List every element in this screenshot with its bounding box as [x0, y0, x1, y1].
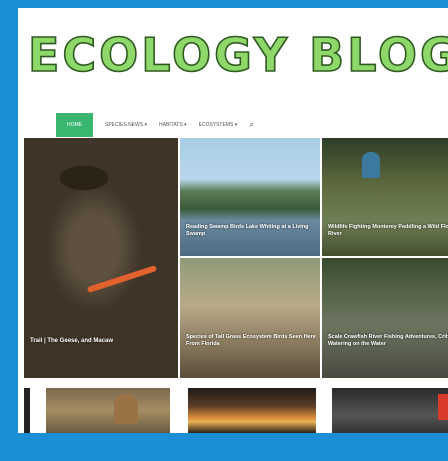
post-thumbnail[interactable] — [24, 388, 30, 433]
post-thumbnail-deer[interactable] — [46, 388, 170, 433]
featured-post-4[interactable]: Species of Tall Grass Ecosystem Birds Se… — [180, 258, 320, 378]
nav-item-ecosystems[interactable]: ECOSYSTEMS ▾ — [199, 122, 238, 128]
featured-grid: Trail | The Geese, and Macaw Reading Swa… — [18, 138, 448, 378]
post-title[interactable]: Wildlife Fighting Monterey Paddling a Wi… — [328, 224, 448, 238]
site-logo[interactable]: ECOLOGY BLOG — [27, 27, 448, 83]
post-title[interactable]: Reading Swamp Birds Lake Whiting at a Li… — [186, 224, 320, 238]
post-title[interactable]: Trail | The Geese, and Macaw — [30, 338, 113, 345]
featured-post-5[interactable]: Scale Crawfish River Fishing Adventures,… — [322, 258, 448, 378]
post-thumbnail-sunset[interactable] — [188, 388, 316, 433]
bottom-bar — [0, 433, 448, 461]
nav-item-species[interactable]: SPECIES NEWS ▾ — [105, 122, 147, 128]
featured-post-3[interactable]: Wildlife Fighting Monterey Paddling a Wi… — [322, 138, 448, 256]
flag-image — [438, 394, 448, 420]
post-title[interactable]: Scale Crawfish River Fishing Adventures,… — [328, 334, 448, 348]
lizard-image — [86, 265, 158, 293]
deer-image — [114, 394, 138, 424]
nav-home[interactable]: HOME — [56, 113, 93, 137]
post-title[interactable]: Species of Tall Grass Ecosystem Birds Se… — [186, 334, 320, 348]
search-icon[interactable]: ⌕ — [249, 120, 253, 130]
featured-post-2[interactable]: Reading Swamp Birds Lake Whiting at a Li… — [180, 138, 320, 256]
nav-item-habitats[interactable]: HABITATS ▾ — [159, 122, 187, 128]
paddler-image — [362, 152, 380, 178]
blog-page: ECOLOGY BLOG HOME SPECIES NEWS ▾ HABITAT… — [18, 8, 448, 433]
main-nav: HOME SPECIES NEWS ▾ HABITATS ▾ ECOSYSTEM… — [56, 112, 254, 138]
featured-post-main[interactable]: Trail | The Geese, and Macaw — [24, 138, 178, 378]
post-thumbnail-flag[interactable] — [332, 388, 448, 433]
